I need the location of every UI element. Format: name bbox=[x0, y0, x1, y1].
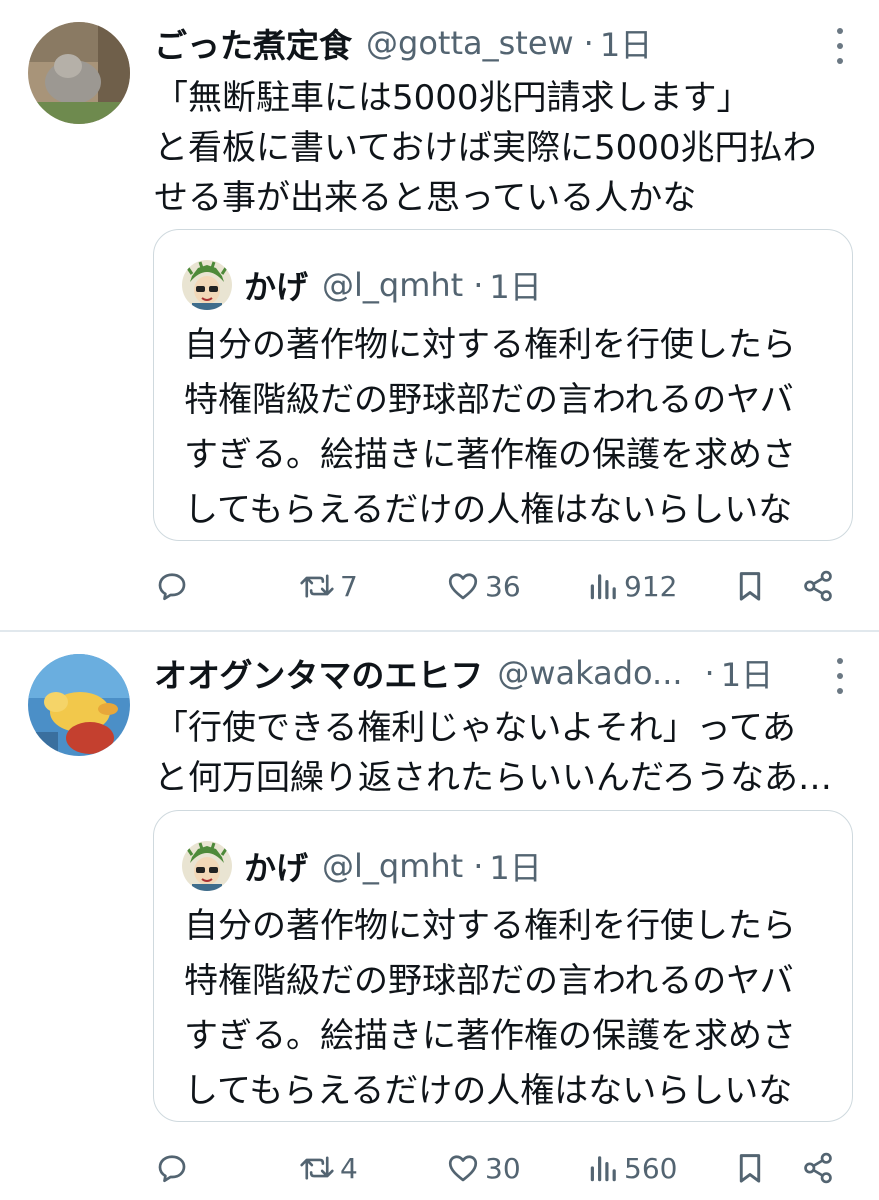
reply-icon bbox=[158, 573, 186, 601]
quote-avatar bbox=[182, 260, 232, 310]
separator-dot: · bbox=[583, 24, 594, 62]
reply-icon bbox=[158, 1155, 186, 1183]
quote-text-line: すぎる。絵描きに著作権の保護を求めさ bbox=[184, 435, 796, 475]
reply-button[interactable] bbox=[154, 1144, 190, 1192]
quote-text: 自分の著作物に対する権利を行使したら 特権階級だの野球部だの言われるのヤバ すぎ… bbox=[184, 899, 796, 1119]
share-icon bbox=[804, 570, 832, 602]
reply-button[interactable] bbox=[154, 562, 190, 610]
retweet-count: 4 bbox=[340, 1151, 358, 1185]
quote-header: かげ @l_qmht · 1日 bbox=[182, 260, 542, 310]
bookmark-icon bbox=[739, 572, 761, 601]
quote-text-line: 自分の著作物に対する権利を行使したら bbox=[184, 906, 796, 946]
share-button[interactable] bbox=[800, 1144, 836, 1192]
bookmark-button[interactable] bbox=[734, 1144, 766, 1192]
like-button[interactable]: 30 bbox=[445, 1144, 521, 1192]
action-bar: 7 36 912 bbox=[0, 562, 879, 610]
views-button[interactable]: 560 bbox=[588, 1144, 677, 1192]
tweet-text-line: 「行使できる権利じゃないよそれ」ってあ bbox=[154, 708, 796, 748]
tweet-header: オオグンタマのエヒフ @wakado... · 1日 bbox=[154, 648, 773, 698]
retweet-icon bbox=[300, 1156, 334, 1180]
avatar[interactable] bbox=[28, 654, 130, 756]
views-count: 912 bbox=[624, 569, 678, 603]
quote-text-line: 自分の著作物に対する権利を行使したら bbox=[184, 325, 796, 365]
author-name[interactable]: オオグンタマのエヒフ bbox=[154, 649, 483, 697]
tweet-text-line: と看板に書いておけば実際に5000兆円払わ bbox=[154, 128, 817, 168]
quote-author-name[interactable]: かげ bbox=[244, 843, 308, 889]
views-button[interactable]: 912 bbox=[588, 562, 677, 610]
author-name[interactable]: ごった煮定食 bbox=[154, 19, 352, 67]
quote-header: かげ @l_qmht · 1日 bbox=[182, 841, 542, 891]
views-icon bbox=[590, 574, 616, 600]
quote-author-handle[interactable]: @l_qmht bbox=[322, 266, 463, 304]
tweet-text-line: 「無断駐車には5000兆円請求します」 bbox=[154, 78, 751, 118]
views-count: 560 bbox=[624, 1151, 678, 1185]
tweet-text: 「無断駐車には5000兆円請求します」 と看板に書いておけば実際に5000兆円払… bbox=[154, 73, 854, 223]
like-count: 30 bbox=[485, 1151, 521, 1185]
more-icon[interactable] bbox=[835, 658, 845, 694]
like-icon bbox=[448, 1155, 478, 1182]
retweet-icon bbox=[300, 574, 334, 598]
separator-dot: · bbox=[704, 654, 715, 692]
quote-text-line: 特権階級だの野球部だの言われるのヤバ bbox=[184, 380, 794, 420]
author-handle[interactable]: @gotta_stew bbox=[366, 24, 574, 62]
tweet[interactable]: ごった煮定食 @gotta_stew · 1日 「無断駐車には5000兆円請求し… bbox=[0, 0, 879, 630]
avatar[interactable] bbox=[28, 22, 130, 124]
views-icon bbox=[590, 1156, 616, 1182]
like-count: 36 bbox=[485, 569, 521, 603]
quote-text-line: 特権階級だの野球部だの言われるのヤバ bbox=[184, 961, 794, 1001]
like-button[interactable]: 36 bbox=[445, 562, 521, 610]
quote-author-name[interactable]: かげ bbox=[244, 262, 308, 308]
quote-timestamp[interactable]: 1日 bbox=[489, 262, 541, 308]
quote-avatar bbox=[182, 841, 232, 891]
separator-dot: · bbox=[473, 847, 484, 885]
timestamp[interactable]: 1日 bbox=[600, 20, 652, 66]
quote-timestamp[interactable]: 1日 bbox=[489, 843, 541, 889]
quoted-tweet[interactable]: かげ @l_qmht · 1日 自分の著作物に対する権利を行使したら 特権階級だ… bbox=[153, 229, 853, 541]
author-handle[interactable]: @wakado... bbox=[497, 654, 682, 692]
quote-text-line: してもらえるだけの人権はないらしいな bbox=[184, 1071, 793, 1111]
retweet-button[interactable]: 4 bbox=[298, 1144, 358, 1192]
quoted-tweet[interactable]: かげ @l_qmht · 1日 自分の著作物に対する権利を行使したら 特権階級だ… bbox=[153, 810, 853, 1122]
quote-author-handle[interactable]: @l_qmht bbox=[322, 847, 463, 885]
tweet-text: 「行使できる権利じゃないよそれ」ってあ と何万回繰り返されたらいいんだろうなあ… bbox=[154, 703, 854, 803]
separator-dot: · bbox=[473, 266, 484, 304]
retweet-count: 7 bbox=[340, 569, 358, 603]
tweet-header: ごった煮定食 @gotta_stew · 1日 bbox=[154, 18, 652, 68]
share-icon bbox=[804, 1152, 832, 1184]
bookmark-icon bbox=[739, 1154, 761, 1183]
tweet-text-line: と何万回繰り返されたらいいんだろうなあ… bbox=[154, 758, 832, 798]
quote-text-line: してもらえるだけの人権はないらしいな bbox=[184, 490, 793, 530]
retweet-button[interactable]: 7 bbox=[298, 562, 358, 610]
quote-text-line: すぎる。絵描きに著作権の保護を求めさ bbox=[184, 1016, 796, 1056]
action-bar: 4 30 560 bbox=[0, 1144, 879, 1192]
timestamp[interactable]: 1日 bbox=[721, 650, 773, 696]
more-icon[interactable] bbox=[835, 28, 845, 64]
bookmark-button[interactable] bbox=[734, 562, 766, 610]
tweet-text-line: せる事が出来ると思っている人かな bbox=[154, 178, 697, 218]
like-icon bbox=[448, 573, 478, 600]
quote-text: 自分の著作物に対する権利を行使したら 特権階級だの野球部だの言われるのヤバ すぎ… bbox=[184, 318, 796, 538]
share-button[interactable] bbox=[800, 562, 836, 610]
tweet[interactable]: オオグンタマのエヒフ @wakado... · 1日 「行使できる権利じゃないよ… bbox=[0, 632, 879, 1200]
